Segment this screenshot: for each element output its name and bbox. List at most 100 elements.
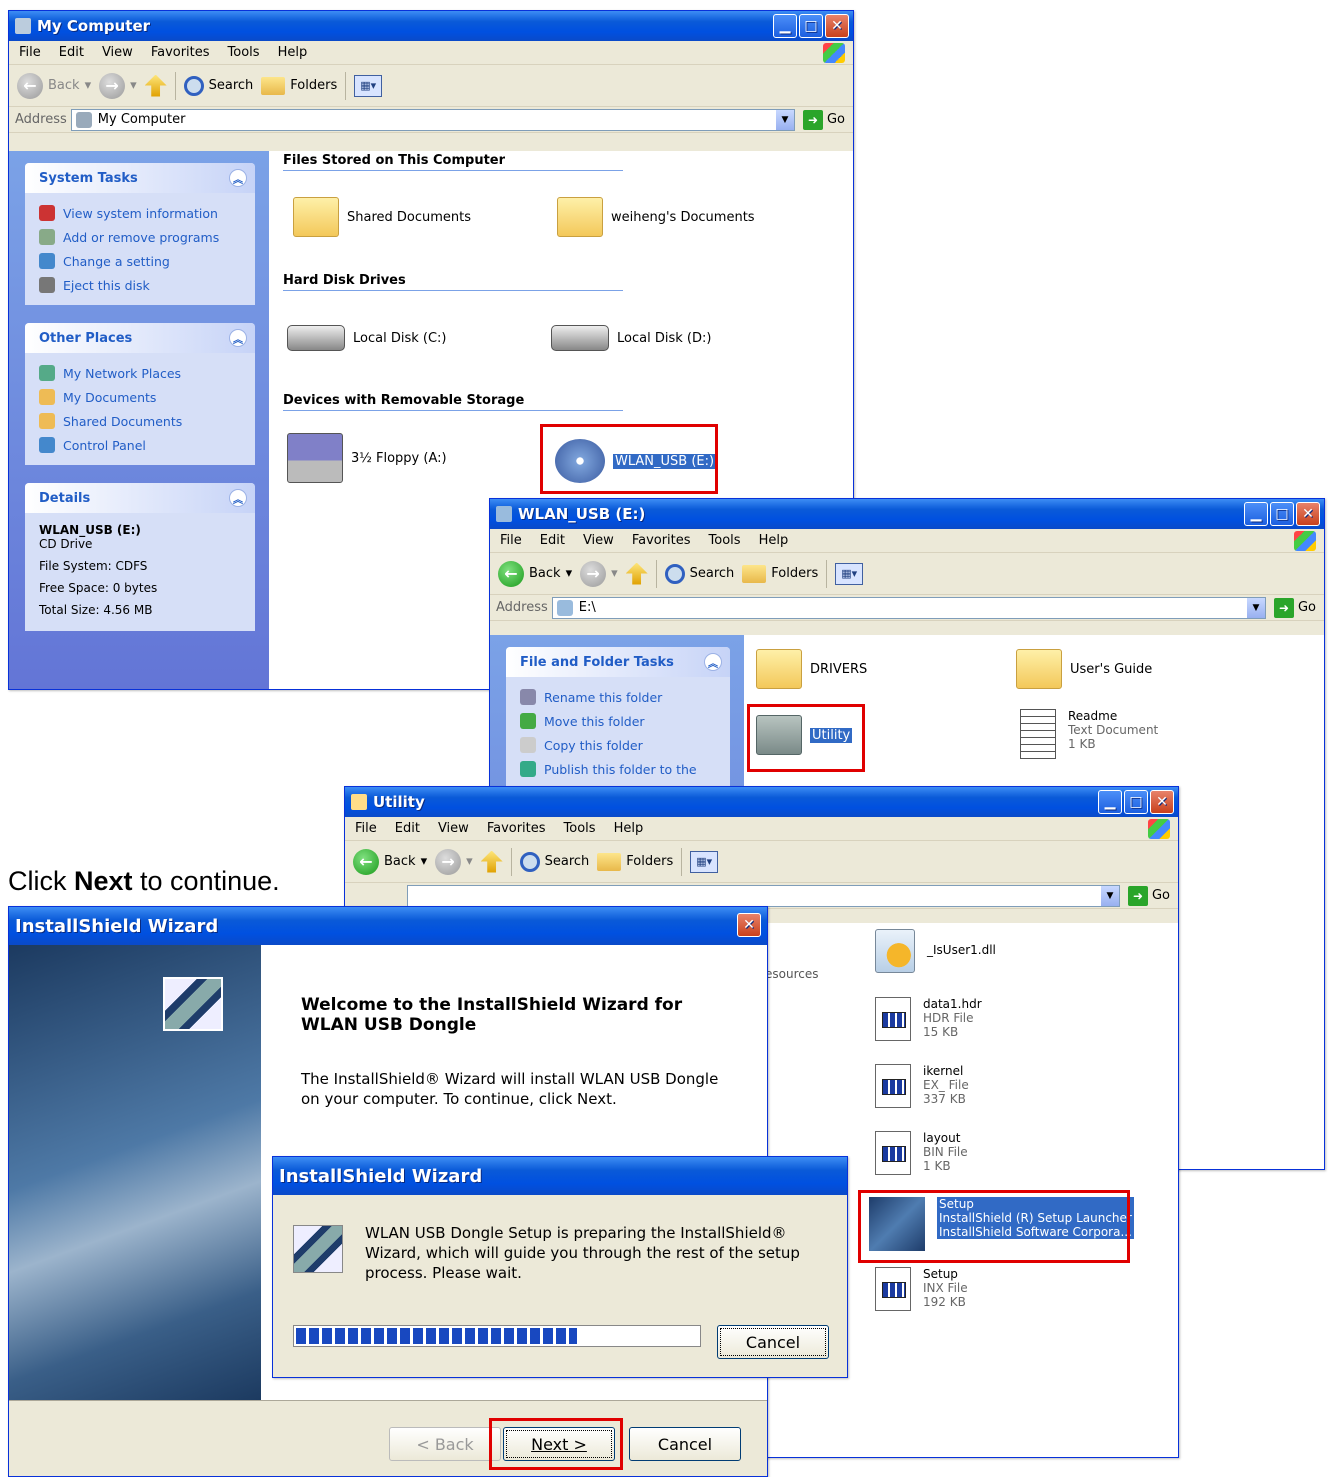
menu-help[interactable]: Help: [759, 533, 789, 548]
menu-help[interactable]: Help: [278, 45, 308, 60]
title-bar[interactable]: InstallShield Wizard: [273, 1157, 847, 1195]
file-folder-tasks-header[interactable]: File and Folder Tasks ︽: [506, 647, 730, 677]
views-button[interactable]: ▦▾: [690, 850, 719, 873]
menu-tools[interactable]: Tools: [228, 45, 260, 60]
menu-tools[interactable]: Tools: [564, 821, 596, 836]
file-icon: [875, 1131, 911, 1175]
maximize-button[interactable]: □: [1124, 790, 1148, 814]
close-button[interactable]: ✕: [1150, 790, 1174, 814]
back-button[interactable]: ← Back ▾: [17, 72, 91, 99]
menu-favorites[interactable]: Favorites: [151, 45, 210, 60]
maximize-button[interactable]: □: [799, 14, 823, 38]
minimize-button[interactable]: ▁: [1098, 790, 1122, 814]
task-rename-folder[interactable]: Rename this folder: [520, 685, 716, 709]
title-bar[interactable]: WLAN_USB (E:) ▁ □ ✕: [490, 499, 1324, 529]
back-button[interactable]: < Back: [389, 1427, 501, 1461]
maximize-button[interactable]: □: [1270, 502, 1294, 526]
menu-favorites[interactable]: Favorites: [487, 821, 546, 836]
menu-file[interactable]: File: [355, 821, 377, 836]
back-arrow-icon: ←: [17, 72, 43, 99]
back-button[interactable]: ← Back ▾: [498, 560, 572, 587]
cancel-button[interactable]: Cancel: [629, 1427, 741, 1461]
forward-button[interactable]: → ▾: [99, 72, 137, 99]
menu-view[interactable]: View: [102, 45, 133, 60]
other-places-header[interactable]: Other Places ︽: [25, 323, 255, 353]
item-local-disk-d[interactable]: Local Disk (D:): [551, 325, 711, 351]
forward-button[interactable]: → ▾: [435, 848, 473, 875]
menu-file[interactable]: File: [19, 45, 41, 60]
search-button[interactable]: Search: [519, 851, 589, 872]
task-view-system-info[interactable]: View system information: [39, 201, 241, 225]
place-control-panel[interactable]: Control Panel: [39, 433, 241, 457]
details-type: CD Drive: [39, 537, 93, 551]
collapse-icon[interactable]: ︽: [229, 489, 247, 507]
task-add-remove[interactable]: Add or remove programs: [39, 225, 241, 249]
place-network[interactable]: My Network Places: [39, 361, 241, 385]
file-ikernel[interactable]: ikernel EX_ File 337 KB: [875, 1064, 969, 1108]
back-button[interactable]: ← Back ▾: [353, 848, 427, 875]
go-button[interactable]: ➜ Go: [1266, 597, 1324, 618]
file-isuser1-dll[interactable]: _IsUser1.dll: [875, 929, 996, 973]
menu-view[interactable]: View: [583, 533, 614, 548]
views-button[interactable]: ▦▾: [354, 74, 383, 97]
forward-button[interactable]: → ▾: [580, 560, 618, 587]
up-folder-icon[interactable]: [480, 850, 503, 873]
views-button[interactable]: ▦▾: [835, 562, 864, 585]
title-bar[interactable]: Utility ▁ □ ✕: [345, 787, 1178, 817]
menu-help[interactable]: Help: [614, 821, 644, 836]
menu-edit[interactable]: Edit: [540, 533, 565, 548]
up-folder-icon[interactable]: [144, 74, 167, 97]
cancel-button[interactable]: Cancel: [717, 1325, 829, 1359]
folders-button[interactable]: Folders: [261, 76, 337, 95]
place-shared-documents[interactable]: Shared Documents: [39, 409, 241, 433]
file-layout[interactable]: layout BIN File 1 KB: [875, 1131, 968, 1175]
task-change-setting[interactable]: Change a setting: [39, 249, 241, 273]
address-input[interactable]: My Computer ▼: [70, 108, 795, 131]
file-setup-inx[interactable]: Setup INX File 192 KB: [875, 1267, 968, 1311]
close-button[interactable]: ✕: [737, 913, 761, 937]
task-copy-folder[interactable]: Copy this folder: [520, 733, 716, 757]
item-local-disk-c[interactable]: Local Disk (C:): [287, 325, 446, 351]
collapse-icon[interactable]: ︽: [229, 329, 247, 347]
menu-tools[interactable]: Tools: [709, 533, 741, 548]
system-tasks-header[interactable]: System Tasks ︽: [25, 163, 255, 193]
details-name: WLAN_USB (E:): [39, 523, 141, 537]
close-button[interactable]: ✕: [1296, 502, 1320, 526]
search-button[interactable]: Search: [664, 563, 734, 584]
task-move-folder[interactable]: Move this folder: [520, 709, 716, 733]
go-button[interactable]: ➜ Go: [1120, 885, 1178, 906]
address-input[interactable]: ▼: [407, 884, 1120, 907]
up-folder-icon[interactable]: [625, 562, 648, 585]
folders-button[interactable]: Folders: [597, 852, 673, 871]
item-floppy[interactable]: 3½ Floppy (A:): [287, 433, 447, 483]
menu-favorites[interactable]: Favorites: [632, 533, 691, 548]
item-users-guide-folder[interactable]: User's Guide: [1016, 649, 1152, 689]
search-button[interactable]: Search: [183, 75, 253, 96]
minimize-button[interactable]: ▁: [773, 14, 797, 38]
chevron-down-icon[interactable]: ▼: [1246, 597, 1265, 618]
folders-button[interactable]: Folders: [742, 564, 818, 583]
collapse-icon[interactable]: ︽: [704, 653, 722, 671]
chevron-down-icon[interactable]: ▼: [775, 109, 794, 130]
minimize-button[interactable]: ▁: [1244, 502, 1268, 526]
collapse-icon[interactable]: ︽: [229, 169, 247, 187]
menu-file[interactable]: File: [500, 533, 522, 548]
details-header[interactable]: Details ︽: [25, 483, 255, 513]
title-bar[interactable]: InstallShield Wizard ✕: [9, 907, 767, 945]
file-data1-hdr[interactable]: data1.hdr HDR File 15 KB: [875, 997, 982, 1041]
address-input[interactable]: E:\ ▼: [551, 596, 1266, 619]
close-button[interactable]: ✕: [825, 14, 849, 38]
item-shared-documents[interactable]: Shared Documents: [293, 197, 471, 237]
menu-view[interactable]: View: [438, 821, 469, 836]
menu-edit[interactable]: Edit: [59, 45, 84, 60]
task-eject[interactable]: Eject this disk: [39, 273, 241, 297]
item-drivers-folder[interactable]: DRIVERS: [756, 649, 867, 689]
chevron-down-icon[interactable]: ▼: [1100, 885, 1119, 906]
item-readme[interactable]: Readme Text Document 1 KB: [1020, 709, 1158, 759]
item-weiheng-documents[interactable]: weiheng's Documents: [557, 197, 755, 237]
go-button[interactable]: ➜ Go: [795, 109, 853, 130]
menu-edit[interactable]: Edit: [395, 821, 420, 836]
title-bar[interactable]: My Computer ▁ □ ✕: [9, 11, 853, 41]
task-publish-folder[interactable]: Publish this folder to the: [520, 757, 716, 781]
place-my-documents[interactable]: My Documents: [39, 385, 241, 409]
